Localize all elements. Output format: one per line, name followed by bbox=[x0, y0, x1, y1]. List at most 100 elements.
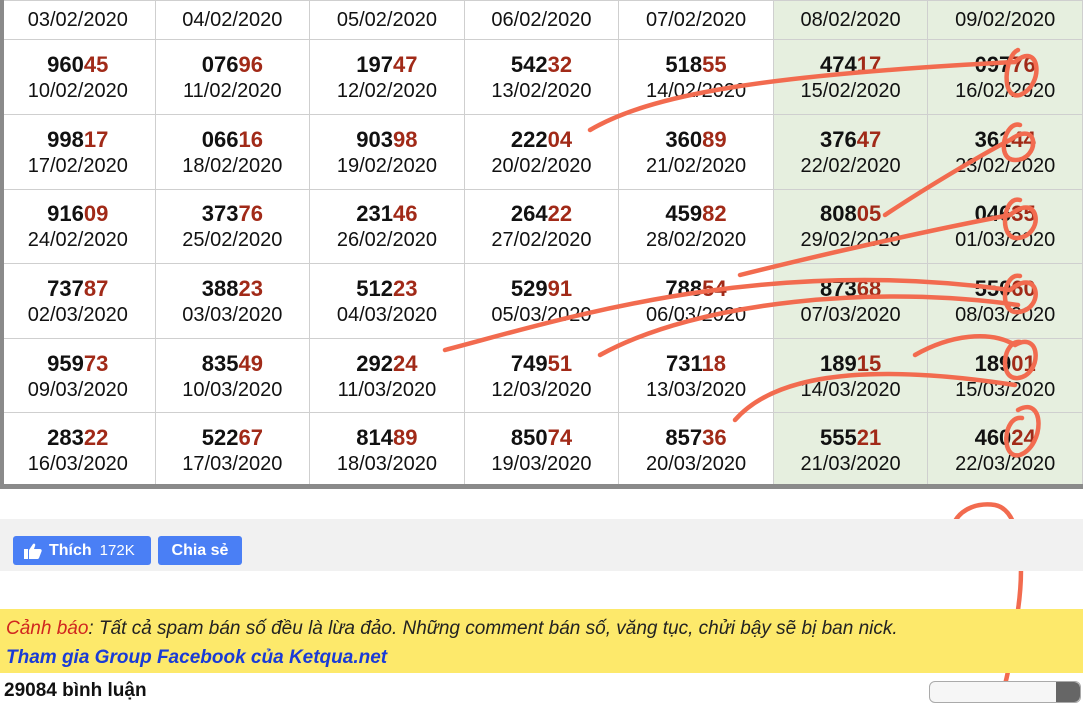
table-row: 28322 16/03/2020 52267 17/03/2020 81489 18/03… bbox=[0, 412, 1083, 488]
result-number-head: 518 bbox=[665, 52, 703, 78]
result-date: 24/02/2020 bbox=[27, 229, 128, 252]
result-number: 80805 bbox=[774, 200, 928, 228]
result-number-tail: 68 bbox=[856, 275, 882, 301]
like-label: Thích bbox=[49, 541, 92, 559]
result-cell: 85736 20/03/2020 bbox=[618, 412, 774, 488]
share-label: Chia sẻ bbox=[171, 541, 229, 559]
result-number-tail: 23 bbox=[393, 275, 418, 301]
result-cell: 26422 27/02/2020 bbox=[463, 188, 620, 265]
result-number: 96045 bbox=[1, 51, 155, 79]
result-number: 04635 bbox=[928, 200, 1082, 228]
warning-message: Cảnh báo: Tất cả spam bán số đều là lừa … bbox=[6, 618, 898, 640]
result-number-head: 873 bbox=[819, 275, 857, 301]
result-number: 85074 bbox=[465, 424, 619, 452]
result-number-tail: 44 bbox=[1011, 126, 1036, 152]
result-number-head: 459 bbox=[665, 201, 703, 227]
result-date: 01/03/2020 bbox=[955, 229, 1056, 252]
result-number-tail: 82 bbox=[702, 201, 727, 227]
result-number-tail: 21 bbox=[856, 425, 882, 451]
share-bar: Thích 172K Chia sẻ bbox=[0, 519, 1083, 571]
grid-left-border bbox=[0, 0, 4, 488]
table-row: 73787 02/03/2020 38823 03/03/2020 51223 04/03… bbox=[0, 263, 1083, 339]
result-date: 12/03/2020 bbox=[491, 378, 592, 401]
result-number-head: 959 bbox=[47, 350, 84, 376]
facebook-group-link[interactable]: Tham gia Group Facebook của Ketqua.net bbox=[6, 647, 387, 669]
result-date: 12/02/2020 bbox=[336, 80, 437, 103]
result-date: 11/02/2020 bbox=[183, 80, 282, 103]
result-number: 28322 bbox=[1, 424, 155, 452]
result-date: 14/02/2020 bbox=[645, 80, 747, 103]
comment-count: 29084 bình luận bbox=[4, 680, 147, 701]
result-date: 17/03/2020 bbox=[182, 453, 283, 476]
result-number: 81489 bbox=[310, 424, 464, 452]
result-number: 06616 bbox=[156, 126, 310, 154]
result-date: 10/03/2020 bbox=[182, 378, 283, 401]
result-number-tail: 73 bbox=[83, 350, 109, 376]
result-cell: 78854 06/03/2020 bbox=[618, 263, 774, 339]
result-date: 19/03/2020 bbox=[491, 453, 592, 476]
result-number: 26422 bbox=[465, 200, 619, 228]
result-number-tail: 23 bbox=[238, 275, 263, 301]
result-cell: 87368 07/03/2020 bbox=[772, 263, 929, 339]
result-number-tail: 45 bbox=[83, 52, 109, 78]
table-row: 96045 10/02/2020 07696 11/02/2020 19747 12/02… bbox=[0, 39, 1083, 115]
result-date: 15/03/2020 bbox=[955, 378, 1056, 401]
result-number-tail: 47 bbox=[393, 52, 418, 78]
result-cell: 06616 18/02/2020 bbox=[154, 113, 311, 190]
result-cell: 90398 19/02/2020 bbox=[309, 113, 465, 190]
header-date-cell: 05/02/2020 bbox=[309, 0, 465, 41]
result-number: 78854 bbox=[619, 275, 773, 303]
result-number-tail: 54 bbox=[702, 275, 727, 301]
result-date: 08/03/2020 bbox=[955, 303, 1056, 326]
result-date: 23/02/2020 bbox=[955, 154, 1056, 177]
result-number: 09776 bbox=[928, 51, 1082, 79]
header-date-cell: 03/02/2020 bbox=[0, 0, 156, 41]
result-number-head: 292 bbox=[356, 350, 394, 376]
result-date: 14/03/2020 bbox=[800, 378, 901, 401]
result-date: 22/02/2020 bbox=[800, 154, 901, 177]
result-cell: 37376 25/02/2020 bbox=[154, 188, 311, 265]
warning-label: Cảnh báo bbox=[6, 618, 89, 639]
result-number-head: 731 bbox=[666, 350, 702, 376]
comment-sort-select[interactable] bbox=[929, 681, 1081, 703]
result-date: 19/02/2020 bbox=[336, 154, 437, 177]
result-cell: 91609 24/02/2020 bbox=[0, 188, 156, 265]
result-cell: 47417 15/02/2020 bbox=[772, 39, 929, 115]
result-number-tail: 60 bbox=[1011, 275, 1036, 301]
like-count: 172K bbox=[99, 542, 135, 559]
result-number-tail: 24 bbox=[393, 350, 418, 376]
result-cell: 52991 05/03/2020 bbox=[463, 263, 620, 339]
result-date: 29/02/2020 bbox=[800, 229, 901, 252]
result-cell: 85074 19/03/2020 bbox=[463, 412, 620, 488]
result-number: 37647 bbox=[774, 126, 928, 154]
result-cell: 73118 13/03/2020 bbox=[618, 337, 774, 414]
result-number-tail: 22 bbox=[547, 201, 573, 227]
result-number-head: 835 bbox=[201, 350, 239, 376]
result-number-tail: 46 bbox=[393, 201, 418, 227]
result-number-head: 916 bbox=[47, 201, 84, 227]
result-cell: 45982 28/02/2020 bbox=[618, 188, 774, 265]
facebook-share-button[interactable]: Chia sẻ bbox=[158, 536, 242, 565]
result-number: 87368 bbox=[774, 275, 928, 303]
result-date: 11/03/2020 bbox=[337, 378, 437, 401]
result-number: 73118 bbox=[619, 350, 773, 378]
result-date: 16/02/2020 bbox=[955, 80, 1056, 103]
result-cell: 55060 08/03/2020 bbox=[927, 263, 1083, 339]
result-number-head: 512 bbox=[356, 275, 394, 301]
result-number-head: 529 bbox=[510, 275, 548, 301]
table-row: 99817 17/02/2020 06616 18/02/2020 90398 19/02… bbox=[0, 113, 1083, 190]
facebook-like-button[interactable]: Thích 172K bbox=[13, 536, 151, 565]
result-date: 02/03/2020 bbox=[27, 303, 128, 326]
result-number-tail: 04 bbox=[547, 126, 573, 152]
result-number-head: 555 bbox=[819, 425, 857, 451]
result-number-tail: 01 bbox=[1011, 350, 1036, 376]
result-number: 36089 bbox=[619, 126, 773, 154]
chevron-down-icon bbox=[1056, 682, 1080, 702]
result-date: 07/03/2020 bbox=[800, 303, 901, 326]
result-number: 37376 bbox=[156, 200, 310, 228]
result-cell: 83549 10/03/2020 bbox=[154, 337, 311, 414]
result-date: 05/03/2020 bbox=[491, 303, 592, 326]
result-cell: 74951 12/03/2020 bbox=[463, 337, 620, 414]
result-number: 55521 bbox=[774, 424, 928, 452]
result-number: 46024 bbox=[928, 424, 1082, 452]
